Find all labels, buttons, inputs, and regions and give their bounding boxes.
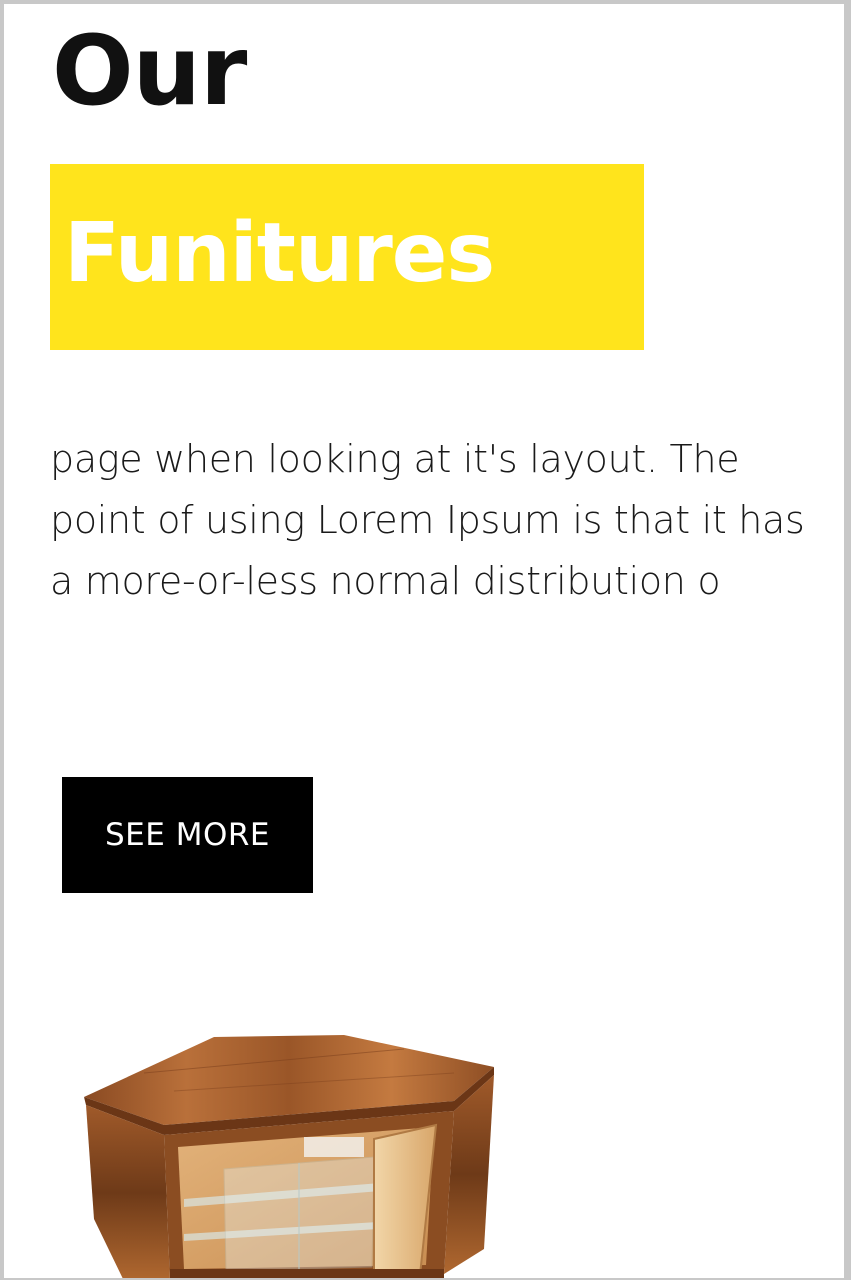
page-frame: Our Funitures page when looking at it's … <box>4 4 844 1278</box>
page-title: Our <box>52 15 247 127</box>
highlighted-title: Funitures <box>64 206 495 301</box>
description-text: page when looking at it's layout. The po… <box>50 437 805 603</box>
corner-cabinet-image <box>84 1035 494 1278</box>
see-more-button[interactable]: SEE MORE <box>62 777 313 893</box>
